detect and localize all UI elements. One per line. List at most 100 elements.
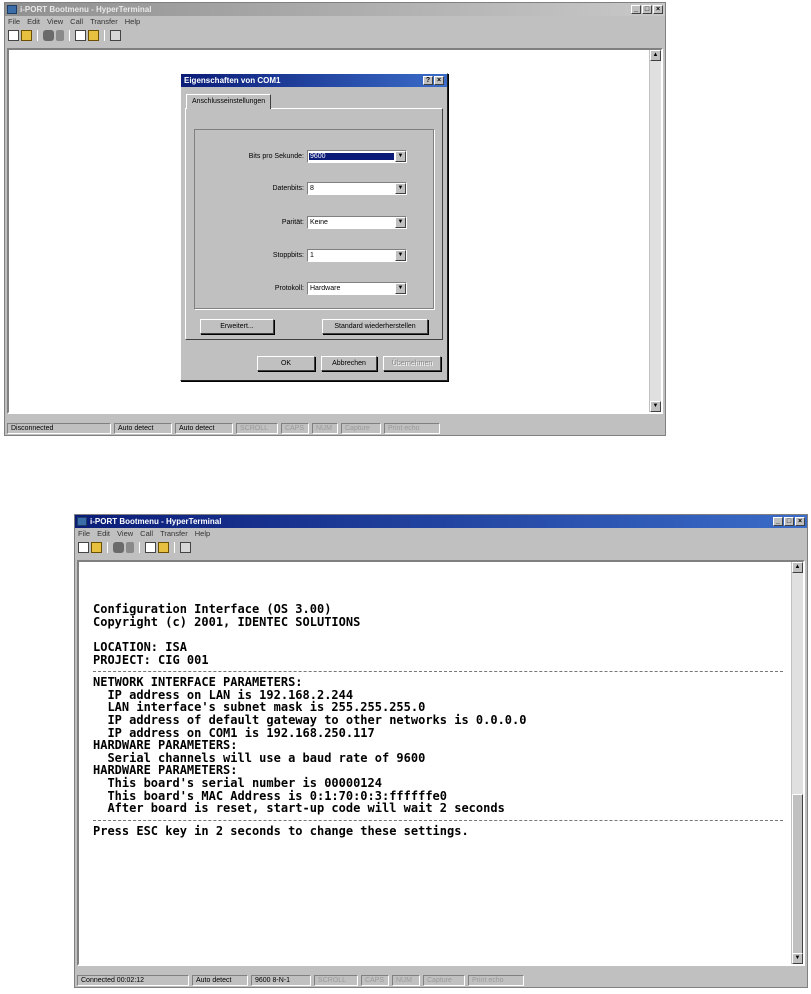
status-emulation: Auto detect xyxy=(114,422,172,434)
status-emulation: Auto detect xyxy=(192,974,248,986)
receive-icon[interactable] xyxy=(88,29,99,41)
menu-help[interactable]: Help xyxy=(195,529,210,538)
restore-defaults-button[interactable]: Standard wiederherstellen xyxy=(322,319,428,334)
stop-bits-select[interactable]: 1 ▼ xyxy=(307,249,407,262)
properties-icon[interactable] xyxy=(110,29,121,41)
apply-button[interactable]: Übernehmen xyxy=(383,356,441,371)
open-folder-icon[interactable] xyxy=(21,29,32,41)
terminal-line: Copyright (c) 2001, IDENTEC SOLUTIONS xyxy=(93,614,361,629)
status-connection: Disconnected xyxy=(7,422,111,434)
terminal-line: HARDWARE PARAMETERS: xyxy=(93,738,238,753)
terminal-line: LOCATION: ISA xyxy=(93,639,187,654)
toolbar-separator xyxy=(104,29,105,41)
terminal-line: IP address of default gateway to other n… xyxy=(93,712,527,727)
new-file-icon[interactable] xyxy=(8,29,19,41)
vertical-scrollbar[interactable]: ▲ ▼ xyxy=(649,50,661,412)
scrollbar-thumb[interactable] xyxy=(792,794,803,954)
minimize-button[interactable]: _ xyxy=(631,5,641,14)
menu-view[interactable]: View xyxy=(47,17,63,26)
menu-transfer[interactable]: Transfer xyxy=(90,17,118,26)
status-port-settings: Auto detect xyxy=(175,422,233,434)
scroll-down-icon[interactable]: ▼ xyxy=(792,953,803,964)
protocol-row: Protokoll: Hardware ▼ xyxy=(195,282,415,295)
minimize-button[interactable]: _ xyxy=(773,517,783,526)
advanced-button[interactable]: Erweitert... xyxy=(200,319,274,334)
new-file-icon[interactable] xyxy=(78,541,89,553)
bits-per-second-value: 9600 xyxy=(309,153,394,160)
send-icon[interactable] xyxy=(75,29,86,41)
terminal-line: Press ESC key in 2 seconds to change the… xyxy=(93,823,469,838)
menu-edit[interactable]: Edit xyxy=(27,17,40,26)
help-button[interactable]: ? xyxy=(423,76,433,85)
chevron-down-icon[interactable]: ▼ xyxy=(395,151,406,162)
receive-icon[interactable] xyxy=(158,541,169,553)
hyperterminal-window-bottom: i-PORT Bootmenu - HyperTerminal _ □ × Fi… xyxy=(74,514,808,988)
menu-transfer[interactable]: Transfer xyxy=(160,529,188,538)
title-bar[interactable]: i-PORT Bootmenu - HyperTerminal _ □ × xyxy=(75,515,807,528)
cancel-button[interactable]: Abbrechen xyxy=(321,356,377,371)
send-icon[interactable] xyxy=(145,541,156,553)
open-folder-icon[interactable] xyxy=(91,541,102,553)
tab-port-settings[interactable]: Anschlusseinstellungen xyxy=(186,94,272,109)
menu-bar: File Edit View Call Transfer Help xyxy=(75,528,807,539)
data-bits-select[interactable]: 8 ▼ xyxy=(307,182,407,195)
bits-per-second-row: Bits pro Sekunde: 9600 ▼ xyxy=(195,150,415,163)
close-button[interactable]: × xyxy=(653,5,663,14)
menu-file[interactable]: File xyxy=(78,529,90,538)
disconnect-icon[interactable] xyxy=(56,29,64,41)
stop-bits-row: Stoppbits: 1 ▼ xyxy=(195,249,415,262)
properties-icon[interactable] xyxy=(180,541,191,553)
chevron-down-icon[interactable]: ▼ xyxy=(395,217,406,228)
status-num: NUM xyxy=(392,974,420,986)
parity-select[interactable]: Keine ▼ xyxy=(307,216,407,229)
scroll-up-icon[interactable]: ▲ xyxy=(650,50,661,61)
status-bar: Disconnected Auto detect Auto detect SCR… xyxy=(5,421,665,435)
toolbar-separator xyxy=(174,541,175,553)
stop-bits-value: 1 xyxy=(310,252,314,259)
dialog-title-bar[interactable]: Eigenschaften von COM1 ? × xyxy=(181,74,447,87)
window-title: i-PORT Bootmenu - HyperTerminal xyxy=(20,5,152,14)
dialog-close-button[interactable]: × xyxy=(434,76,444,85)
status-connection: Connected 00:02:12 xyxy=(77,974,189,986)
terminal-line: Configuration Interface (OS 3.00) xyxy=(93,602,332,617)
window-title: i-PORT Bootmenu - HyperTerminal xyxy=(90,517,222,526)
close-button[interactable]: × xyxy=(795,517,805,526)
ok-button[interactable]: OK xyxy=(257,356,315,371)
toolbar-separator xyxy=(37,29,38,41)
protocol-select[interactable]: Hardware ▼ xyxy=(307,282,407,295)
maximize-button[interactable]: □ xyxy=(642,5,652,14)
protocol-label: Protokoll: xyxy=(274,285,304,292)
phone-icon[interactable] xyxy=(113,541,124,553)
menu-view[interactable]: View xyxy=(117,529,133,538)
phone-icon[interactable] xyxy=(43,29,54,41)
data-bits-label: Datenbits: xyxy=(272,185,304,192)
menu-call[interactable]: Call xyxy=(140,529,153,538)
hyperterminal-window-top: i-PORT Bootmenu - HyperTerminal _ □ × Fi… xyxy=(4,2,666,436)
status-num: NUM xyxy=(312,422,338,434)
hyperterminal-icon xyxy=(7,5,17,14)
chevron-down-icon[interactable]: ▼ xyxy=(395,183,406,194)
vertical-scrollbar[interactable]: ▲ ▼ xyxy=(791,562,803,964)
scroll-up-icon[interactable]: ▲ xyxy=(792,562,803,573)
toolbar xyxy=(5,27,665,43)
status-caps: CAPS xyxy=(361,974,389,986)
tab-panel: Bits pro Sekunde: 9600 ▼ Datenbits: 8 ▼ … xyxy=(185,108,443,340)
terminal-area[interactable]: Configuration Interface (OS 3.00) Copyrig… xyxy=(77,560,805,966)
disconnect-icon[interactable] xyxy=(126,541,134,553)
bits-per-second-select[interactable]: 9600 ▼ xyxy=(307,150,407,163)
toolbar xyxy=(75,539,807,555)
scroll-down-icon[interactable]: ▼ xyxy=(650,401,661,412)
chevron-down-icon[interactable]: ▼ xyxy=(395,250,406,261)
menu-help[interactable]: Help xyxy=(125,17,140,26)
maximize-button[interactable]: □ xyxy=(784,517,794,526)
data-bits-row: Datenbits: 8 ▼ xyxy=(195,182,415,195)
menu-call[interactable]: Call xyxy=(70,17,83,26)
chevron-down-icon[interactable]: ▼ xyxy=(395,283,406,294)
status-print-echo: Print echo xyxy=(384,422,440,434)
terminal-output: Configuration Interface (OS 3.00) Copyrig… xyxy=(93,578,783,837)
status-port-settings: 9600 8-N-1 xyxy=(251,974,311,986)
menu-file[interactable]: File xyxy=(8,17,20,26)
title-bar[interactable]: i-PORT Bootmenu - HyperTerminal _ □ × xyxy=(5,3,665,16)
menu-edit[interactable]: Edit xyxy=(97,529,110,538)
